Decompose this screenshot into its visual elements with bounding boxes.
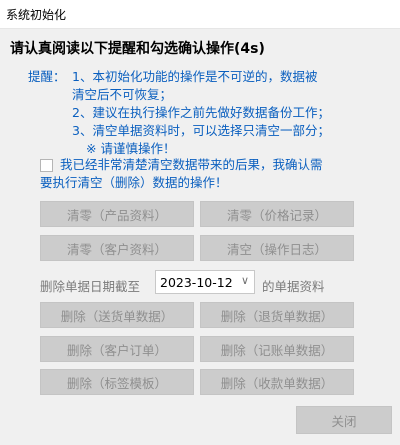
consent-checkbox[interactable]: [40, 159, 53, 172]
consent-text-line-2: 要执行清空（删除）数据的操作！: [40, 175, 228, 190]
clear-customers-button[interactable]: 清零（客户资料）: [40, 235, 194, 261]
window-title: 系统初始化: [6, 8, 67, 22]
delete-label-templates-button[interactable]: 删除（标签模板）: [40, 369, 194, 395]
close-button[interactable]: 关闭: [296, 406, 392, 434]
clear-logs-button[interactable]: 清空（操作日志）: [200, 235, 354, 261]
consent-text-line-1: 我已经非常清楚清空数据带来的后果，我确认需: [60, 157, 323, 172]
cutoff-date-value: 2023-10-12: [160, 275, 233, 290]
delete-accounts-button[interactable]: 删除（记账单数据）: [200, 336, 354, 362]
consent-checkbox-row[interactable]: 我已经非常清楚清空数据带来的后果，我确认需 要执行清空（删除）数据的操作！: [40, 156, 394, 192]
notice-row-2: 清空后不可恢复；: [40, 86, 396, 104]
title-bar: 系统初始化: [0, 0, 400, 29]
cutoff-date-picker[interactable]: 2023-10-12 ∨: [155, 270, 255, 294]
notice-line: 2、建议在执行操作之前先做好数据备份工作；: [72, 105, 330, 120]
date-row-suffix: 的单据资料: [262, 279, 325, 294]
chevron-down-icon[interactable]: ∨: [241, 274, 249, 287]
notice-row-1: 提醒： 1、本初始化功能的操作是不可逆的，数据被: [28, 68, 396, 86]
date-row-prefix: 删除单据日期截至: [40, 279, 141, 294]
notice-label: 提醒：: [28, 69, 66, 84]
delete-receipts-button[interactable]: 删除（收款单数据）: [200, 369, 354, 395]
notice-row-4: 3、清空单据资料时，可以选择只清空一部分；: [40, 122, 396, 140]
dialog-heading: 请认真阅读以下提醒和勾选确认操作(4s): [10, 41, 265, 57]
notice-line: 清空后不可恢复；: [72, 87, 173, 102]
delete-returns-button[interactable]: 删除（退货单数据）: [200, 302, 354, 328]
notice-line: ※ 请谨慎操作！: [86, 141, 176, 156]
warning-notice: 提醒： 1、本初始化功能的操作是不可逆的，数据被 清空后不可恢复； 2、建议在执…: [28, 68, 396, 158]
clear-prices-button[interactable]: 清零（价格记录）: [200, 201, 354, 227]
notice-row-3: 2、建议在执行操作之前先做好数据备份工作；: [40, 104, 396, 122]
delete-orders-button[interactable]: 删除（客户订单）: [40, 336, 194, 362]
notice-line: 1、本初始化功能的操作是不可逆的，数据被: [72, 69, 318, 84]
notice-line: 3、清空单据资料时，可以选择只清空一部分；: [72, 123, 330, 138]
clear-products-button[interactable]: 清零（产品资料）: [40, 201, 194, 227]
delete-delivery-button[interactable]: 删除（送货单数据）: [40, 302, 194, 328]
